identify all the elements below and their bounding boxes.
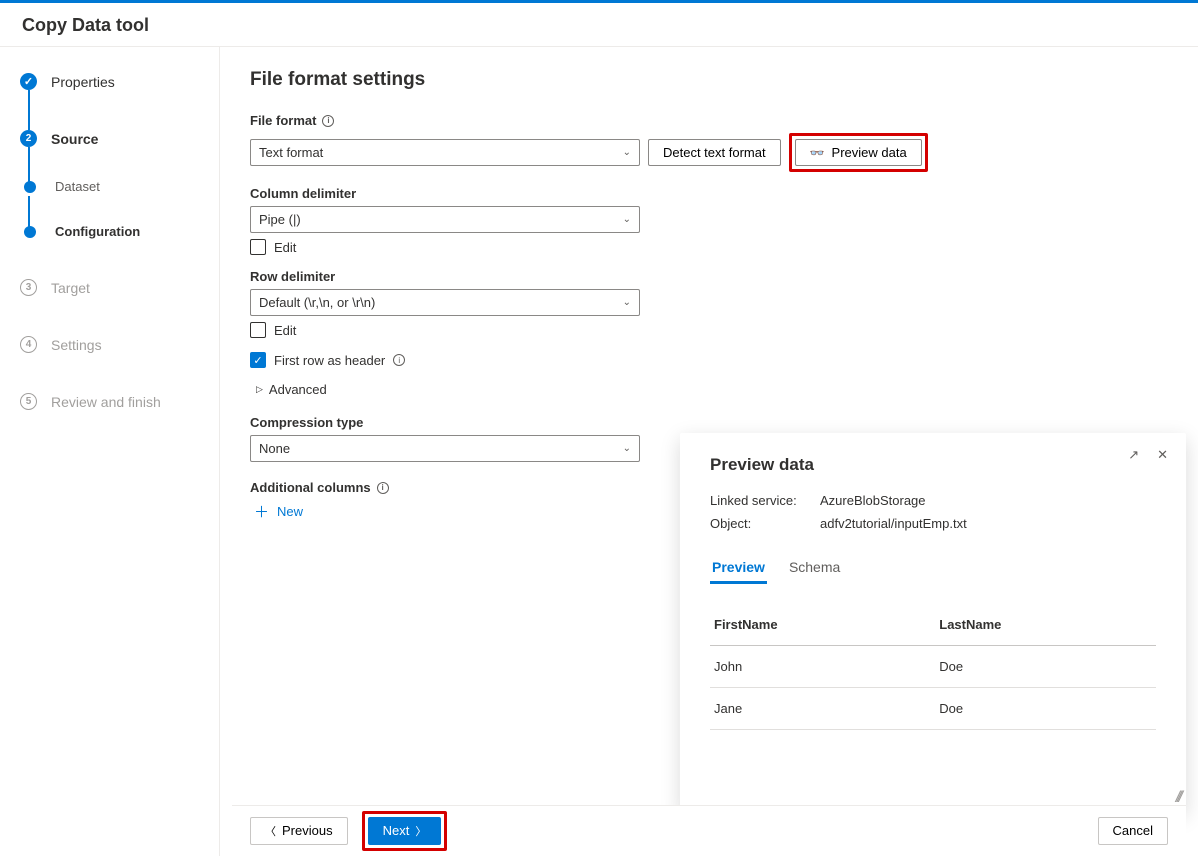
- info-icon[interactable]: i: [377, 482, 389, 494]
- tab-schema[interactable]: Schema: [787, 553, 842, 584]
- tab-preview[interactable]: Preview: [710, 553, 767, 584]
- main-content: File format settings File format i Text …: [220, 47, 1198, 856]
- edit-label: Edit: [274, 323, 296, 338]
- wizard-footer: 〈 Previous Next 〉 Cancel: [232, 805, 1186, 855]
- wizard-sidebar: Properties 2 Source Dataset Configuratio…: [0, 47, 220, 856]
- step-number-icon: 4: [20, 336, 37, 353]
- row-delimiter-select[interactable]: Default (\r,\n, or \r\n) ⌄: [250, 289, 640, 316]
- first-row-header-checkbox[interactable]: ✓: [250, 352, 266, 368]
- advanced-toggle[interactable]: ▷ Advanced: [256, 382, 1168, 397]
- column-header: FirstName: [710, 604, 935, 646]
- preview-table: FirstName LastName John Doe Jane Doe: [710, 604, 1156, 730]
- panel-title: Preview data: [710, 455, 1156, 475]
- step-source[interactable]: 2 Source: [20, 130, 219, 147]
- step-properties[interactable]: Properties: [20, 73, 219, 90]
- next-button[interactable]: Next 〉: [368, 817, 442, 845]
- object-label: Object:: [710, 516, 810, 531]
- step-target[interactable]: 3 Target: [20, 279, 219, 296]
- file-format-select[interactable]: Text format ⌄: [250, 139, 640, 166]
- preview-data-button[interactable]: 👓 Preview data: [795, 139, 922, 166]
- column-header: LastName: [935, 604, 1156, 646]
- chevron-down-icon: ⌄: [623, 443, 631, 454]
- expand-icon[interactable]: ↗: [1128, 447, 1139, 463]
- object-value: adfv2tutorial/inputEmp.txt: [820, 516, 967, 531]
- check-icon: [20, 73, 37, 90]
- previous-button[interactable]: 〈 Previous: [250, 817, 348, 845]
- close-icon[interactable]: ✕: [1157, 447, 1168, 463]
- dot-icon: [24, 181, 36, 193]
- chevron-down-icon: ⌄: [623, 147, 631, 158]
- step-number-icon: 3: [20, 279, 37, 296]
- compression-type-select[interactable]: None ⌄: [250, 435, 640, 462]
- section-heading: File format settings: [250, 69, 1168, 91]
- step-number-icon: 2: [20, 130, 37, 147]
- row-delimiter-label: Row delimiter: [250, 269, 1168, 284]
- column-delimiter-select[interactable]: Pipe (|) ⌄: [250, 206, 640, 233]
- row-delimiter-edit-checkbox[interactable]: [250, 322, 266, 338]
- substep-dataset[interactable]: Dataset: [22, 179, 219, 194]
- chevron-left-icon: 〈: [265, 823, 276, 839]
- highlight-next-button: Next 〉: [362, 811, 448, 851]
- preview-data-panel: ↗ ✕ Preview data Linked service: AzureBl…: [680, 433, 1186, 811]
- step-review[interactable]: 5 Review and finish: [20, 393, 219, 410]
- cancel-button[interactable]: Cancel: [1098, 817, 1168, 845]
- edit-label: Edit: [274, 240, 296, 255]
- compression-type-label: Compression type: [250, 415, 1168, 430]
- table-row: Jane Doe: [710, 688, 1156, 730]
- step-number-icon: 5: [20, 393, 37, 410]
- info-icon[interactable]: i: [322, 115, 334, 127]
- info-icon[interactable]: i: [393, 354, 405, 366]
- caret-right-icon: ▷: [256, 384, 263, 395]
- highlight-preview-button: 👓 Preview data: [789, 133, 928, 172]
- column-delimiter-edit-checkbox[interactable]: [250, 239, 266, 255]
- page-title: Copy Data tool: [22, 15, 1176, 36]
- column-delimiter-label: Column delimiter: [250, 186, 1168, 201]
- plus-icon: ＋: [254, 501, 269, 522]
- file-format-label: File format i: [250, 113, 1168, 128]
- detect-text-format-button[interactable]: Detect text format: [648, 139, 781, 166]
- linked-service-value: AzureBlobStorage: [820, 493, 926, 508]
- glasses-icon: 👓: [810, 146, 825, 160]
- first-row-header-label: First row as header: [274, 353, 385, 368]
- table-row: John Doe: [710, 646, 1156, 688]
- linked-service-label: Linked service:: [710, 493, 810, 508]
- substep-configuration[interactable]: Configuration: [22, 224, 219, 239]
- dot-icon: [24, 226, 36, 238]
- chevron-down-icon: ⌄: [623, 214, 631, 225]
- chevron-right-icon: 〉: [415, 823, 426, 839]
- chevron-down-icon: ⌄: [623, 297, 631, 308]
- step-settings[interactable]: 4 Settings: [20, 336, 219, 353]
